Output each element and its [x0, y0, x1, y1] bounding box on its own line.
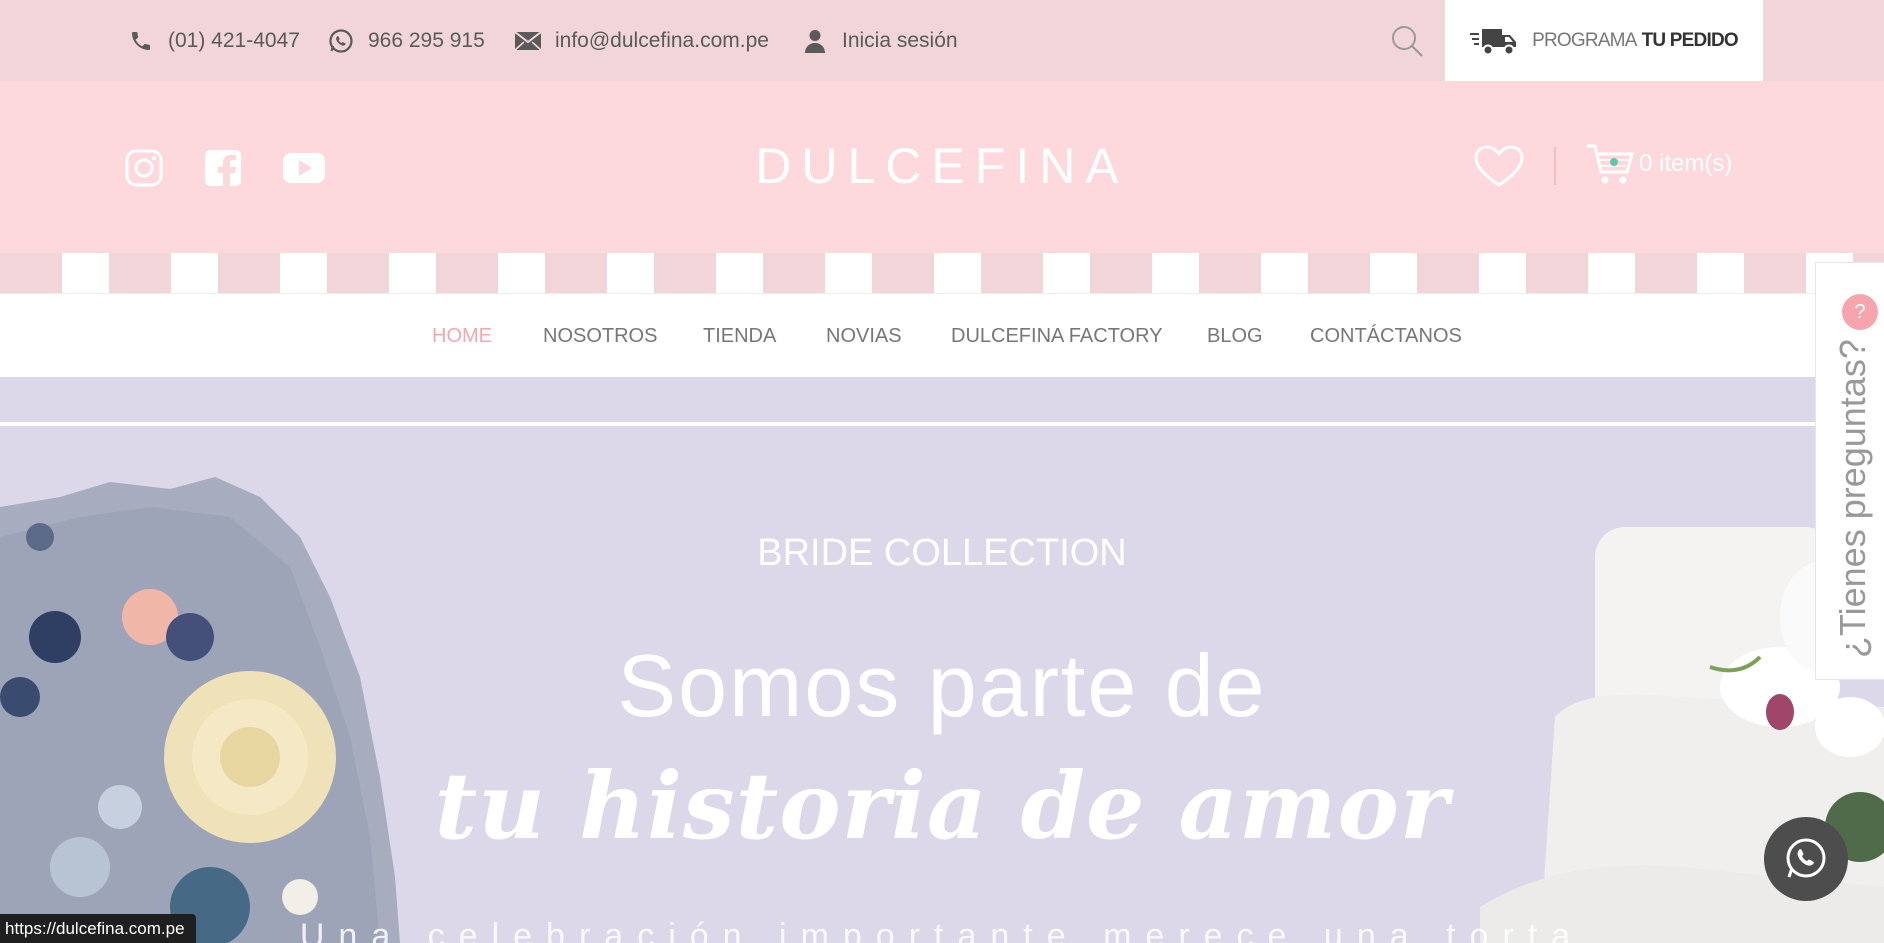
nav-nosotros[interactable]: NOSOTROS — [543, 325, 657, 348]
whatsapp-number: 966 295 915 — [368, 28, 485, 52]
nav-novias[interactable]: NOVIAS — [826, 325, 902, 348]
login-link[interactable]: Inicia sesión — [800, 0, 958, 81]
cart-button[interactable]: 0 item(s) — [1585, 142, 1732, 186]
faq-label: ¿Tienes preguntas? — [1832, 339, 1873, 658]
whatsapp-float-button[interactable] — [1764, 817, 1848, 901]
nav-home[interactable]: HOME — [432, 325, 492, 348]
cart-count: 0 item(s) — [1639, 150, 1733, 177]
site-header: DULCEFINA 0 item(s) — [0, 81, 1884, 253]
hero-subtitle: Una celebración importante merece una to… — [299, 917, 1585, 943]
schedule-order-button[interactable]: PROGRAMA TU PEDIDO — [1445, 0, 1763, 81]
phone-number: (01) 421-4047 — [168, 28, 300, 52]
heart-icon[interactable] — [1473, 144, 1525, 188]
login-label: Inicia sesión — [842, 28, 958, 52]
hero-banner[interactable]: BRIDE COLLECTION Somos parte de tu histo… — [0, 377, 1884, 943]
hero-divider-line — [0, 422, 1884, 426]
header-divider — [1554, 147, 1556, 185]
whatsapp-icon — [1786, 838, 1826, 878]
truck-icon — [1470, 26, 1518, 56]
hero-title-line2: tu historia de amor — [434, 752, 1450, 860]
order-label-bold: TU PEDIDO — [1641, 29, 1739, 51]
whatsapp-contact[interactable]: 966 295 915 — [326, 0, 485, 81]
order-label-light: PROGRAMA — [1532, 29, 1637, 51]
decorative-stripes — [0, 253, 1884, 293]
user-icon — [800, 26, 830, 56]
email-address: info@dulcefina.com.pe — [555, 28, 769, 52]
main-nav: HOME NOSOTROS TIENDA NOVIAS DULCEFINA FA… — [0, 293, 1884, 377]
nav-blog[interactable]: BLOG — [1207, 325, 1263, 348]
nav-contactanos[interactable]: CONTÁCTANOS — [1310, 325, 1462, 348]
hero-kicker: BRIDE COLLECTION — [757, 532, 1127, 574]
phone-contact[interactable]: (01) 421-4047 — [126, 0, 300, 81]
phone-icon — [126, 26, 156, 56]
hero-title-line1: Somos parte de — [617, 636, 1267, 735]
cart-icon — [1585, 142, 1635, 186]
status-bar-url: https://dulcefina.com.pe — [0, 914, 196, 943]
question-icon: ? — [1842, 294, 1878, 330]
search-icon[interactable] — [1390, 24, 1424, 58]
email-contact[interactable]: info@dulcefina.com.pe — [513, 0, 769, 81]
mail-icon — [513, 26, 543, 56]
nav-tienda[interactable]: TIENDA — [703, 325, 776, 348]
nav-dulcefina-factory[interactable]: DULCEFINA FACTORY — [951, 325, 1163, 348]
whatsapp-icon — [326, 26, 356, 56]
top-bar: (01) 421-4047 966 295 915 info@dulcefina… — [0, 0, 1884, 81]
faq-tab[interactable]: ? ¿Tienes preguntas? — [1815, 262, 1884, 680]
